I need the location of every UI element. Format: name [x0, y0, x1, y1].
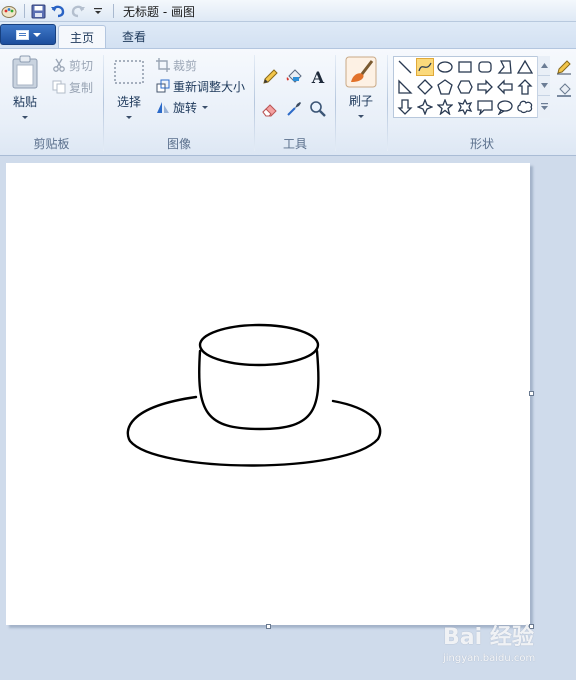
paste-label: 粘贴 — [12, 95, 37, 109]
selection-icon — [114, 60, 144, 84]
drawing-canvas[interactable] — [6, 163, 530, 625]
watermark-logo-text: Bai 经验 — [443, 625, 534, 650]
paint-menu-button[interactable] — [0, 24, 56, 45]
canvas-resize-handle-right[interactable] — [529, 391, 534, 396]
image-group: 选择 裁剪 重新调整大小 旋转 图像 — [104, 49, 254, 155]
chevron-down-icon — [358, 115, 364, 118]
paste-button[interactable]: 粘贴 — [10, 55, 40, 119]
select-button[interactable]: 选择 — [113, 59, 145, 119]
magnifier-icon[interactable] — [307, 98, 329, 120]
crop-icon — [156, 58, 170, 72]
undo-icon[interactable] — [49, 2, 67, 20]
clipboard-icon — [12, 55, 38, 89]
ribbon-tabs: 主页 查看 — [0, 22, 576, 48]
text-tool-icon[interactable]: A — [307, 66, 329, 88]
shapes-group-label: 形状 — [469, 137, 494, 151]
ribbon: 粘贴 剪切 复制 剪贴板 选择 裁剪 重新调整大小 旋转 图像 A 工具 刷子 … — [0, 48, 576, 156]
paint-app-icon[interactable] — [0, 2, 18, 20]
rotate-button[interactable]: 旋转 — [156, 97, 209, 117]
clipboard-group-label: 剪贴板 — [33, 137, 70, 151]
customize-qat-chevron-down-icon[interactable] — [89, 2, 107, 20]
chevron-down-icon — [22, 116, 28, 119]
resize-button[interactable]: 重新调整大小 — [156, 76, 245, 96]
brushes-label: 刷子 — [348, 94, 373, 108]
clipboard-group: 粘贴 剪切 复制 剪贴板 — [0, 49, 103, 155]
canvas-resize-handle-bottom[interactable] — [266, 624, 271, 629]
qat-separator — [24, 4, 25, 18]
cut-label: 剪切 — [69, 58, 94, 73]
baidu-jingyan-watermark: Bai 经验 jingyan.baidu.com — [443, 619, 573, 669]
chevron-down-icon — [32, 32, 41, 37]
qat-separator — [113, 4, 114, 18]
eraser-icon[interactable] — [259, 98, 281, 120]
fill-bucket-icon[interactable] — [283, 66, 305, 88]
cut-button[interactable]: 剪切 — [52, 55, 93, 75]
select-label: 选择 — [116, 95, 141, 109]
copy-button[interactable]: 复制 — [52, 77, 93, 97]
crop-label: 裁剪 — [173, 58, 198, 73]
redo-icon[interactable] — [69, 2, 87, 20]
cup-and-saucer-drawing — [126, 323, 382, 467]
brushes-button[interactable]: 刷子 — [345, 56, 377, 118]
color-picker-icon[interactable] — [283, 98, 305, 120]
pencil-icon[interactable] — [259, 66, 281, 88]
crop-button[interactable]: 裁剪 — [156, 55, 197, 75]
tab-view[interactable]: 查看 — [111, 25, 157, 48]
brushes-group: 刷子 — [336, 49, 386, 155]
scissors-icon — [53, 58, 65, 72]
tools-group-label: 工具 — [282, 137, 307, 151]
chevron-down-icon — [126, 116, 132, 119]
shapes-group: 形状 — [388, 49, 576, 155]
copy-icon — [52, 80, 66, 94]
image-group-label: 图像 — [166, 137, 191, 151]
save-icon[interactable] — [29, 2, 47, 20]
menu-icon — [15, 29, 29, 40]
tab-home[interactable]: 主页 — [58, 25, 107, 48]
copy-label: 复制 — [69, 80, 94, 95]
quick-access-toolbar — [0, 2, 118, 20]
resize-label: 重新调整大小 — [173, 79, 246, 94]
rotate-icon — [157, 102, 169, 113]
tools-group: A 工具 — [255, 49, 335, 155]
chevron-down-icon — [202, 105, 209, 109]
title-bar: 无标题 - 画图 — [0, 0, 576, 22]
window-title: 无标题 - 画图 — [123, 5, 195, 19]
resize-icon — [156, 79, 170, 93]
brush-icon — [345, 56, 377, 88]
watermark-url: jingyan.baidu.com — [443, 653, 536, 664]
rotate-label: 旋转 — [173, 100, 198, 115]
